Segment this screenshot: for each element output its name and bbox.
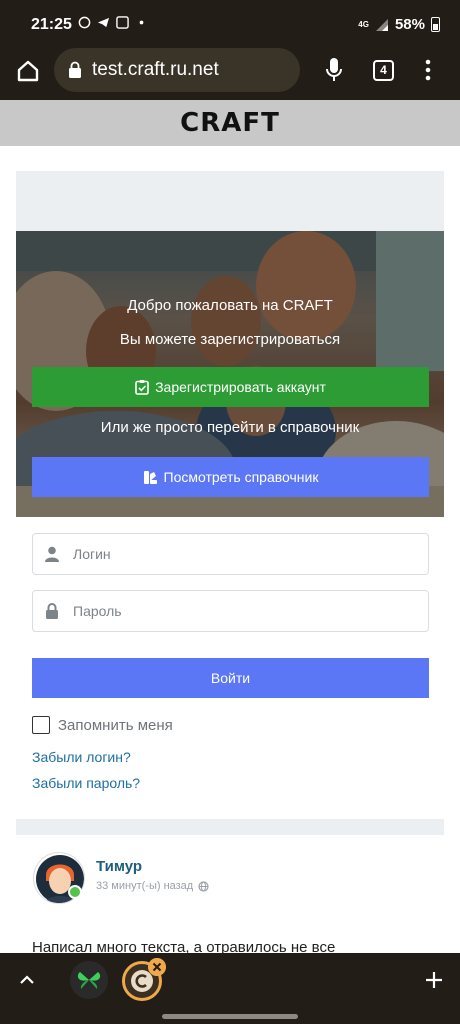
browser-toolbar: test.craft.ru.net 4 xyxy=(0,48,460,100)
lock-icon xyxy=(46,603,58,619)
section-divider xyxy=(16,819,444,835)
url-text[interactable]: test.craft.ru.net xyxy=(92,59,219,81)
remember-me-checkbox[interactable] xyxy=(32,716,50,734)
status-bar: 21:25 4G 58% xyxy=(0,0,460,48)
telegram-icon xyxy=(97,17,110,28)
status-time: 21:25 xyxy=(31,16,72,33)
globe-icon xyxy=(198,880,209,892)
signal-icon xyxy=(375,18,388,31)
address-bar[interactable]: test.craft.ru.net xyxy=(54,48,300,92)
clipboard-check-icon xyxy=(135,380,149,395)
tab-thumbnail-butterfly[interactable] xyxy=(70,961,108,999)
system-navigation-bar xyxy=(0,1010,460,1024)
user-icon xyxy=(45,546,59,562)
home-icon[interactable] xyxy=(14,57,42,85)
post-meta: 33 минут(-ы) назад xyxy=(96,880,209,892)
close-tab-icon[interactable] xyxy=(148,958,166,976)
battery-icon xyxy=(431,17,440,32)
hero-or-text: Или же просто перейти в справочник xyxy=(100,419,360,436)
web-page: CRAFT Добро пожаловать на CRAFT Вы может… xyxy=(0,100,460,953)
home-gesture-handle[interactable] xyxy=(162,1014,298,1019)
forgot-login-link[interactable]: Забыли логин? xyxy=(32,749,131,765)
login-submit-button[interactable]: Войти xyxy=(32,658,429,698)
app-notification-icon xyxy=(116,16,129,29)
login-field[interactable] xyxy=(32,533,429,575)
hero-banner: Добро пожаловать на CRAFT Вы можете заре… xyxy=(16,231,444,517)
login-input[interactable] xyxy=(73,546,373,562)
lock-icon xyxy=(69,61,81,78)
register-account-label: Зарегистрировать аккаунт xyxy=(155,379,326,395)
tab-switcher-button[interactable]: 4 xyxy=(373,60,394,81)
remember-me[interactable]: Запомнить меня xyxy=(32,716,173,734)
post-card: Тимур 33 минут(-ы) назад Написал много т… xyxy=(16,835,444,953)
view-catalog-button[interactable]: Посмотреть справочник xyxy=(32,457,429,497)
online-status-dot xyxy=(68,885,82,899)
battery-percent: 58% xyxy=(394,16,425,33)
hero-title: Добро пожаловать на CRAFT xyxy=(127,297,333,314)
chevron-up-icon[interactable] xyxy=(18,971,36,989)
status-right: 4G 58% xyxy=(358,16,440,33)
view-catalog-label: Посмотреть справочник xyxy=(163,469,319,485)
whatsapp-icon xyxy=(78,16,91,29)
microphone-icon[interactable] xyxy=(324,56,344,84)
notification-icons xyxy=(78,16,148,29)
post-time: 33 минут(-ы) назад xyxy=(96,880,194,892)
bottom-tab-bar xyxy=(0,953,460,1010)
post-text: Написал много текста, а отравилось не вс… xyxy=(32,939,336,953)
post-author[interactable]: Тимур xyxy=(96,858,142,875)
network-type: 4G xyxy=(358,19,369,29)
site-logo[interactable]: CRAFT xyxy=(0,108,460,138)
butterfly-icon xyxy=(77,972,101,989)
welcome-card: Добро пожаловать на CRAFT Вы можете заре… xyxy=(16,171,444,819)
forgot-password-link[interactable]: Забыли пароль? xyxy=(32,775,140,791)
more-menu-icon[interactable] xyxy=(424,58,432,82)
site-header: CRAFT xyxy=(0,100,460,146)
palette-icon xyxy=(143,470,157,484)
register-account-button[interactable]: Зарегистрировать аккаунт xyxy=(32,367,429,407)
remember-me-label[interactable]: Запомнить меня xyxy=(58,717,173,734)
password-input[interactable] xyxy=(73,603,373,619)
password-field[interactable] xyxy=(32,590,429,632)
card-top-band xyxy=(16,171,444,231)
new-tab-plus-icon[interactable] xyxy=(424,970,444,990)
hero-subtitle: Вы можете зарегистрироваться xyxy=(119,331,341,348)
more-notifications-dot-icon xyxy=(139,20,144,25)
